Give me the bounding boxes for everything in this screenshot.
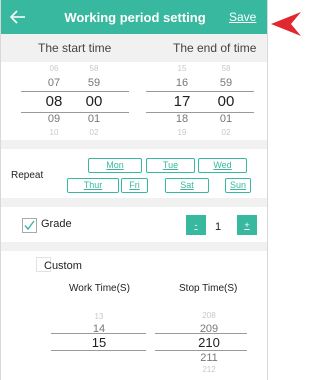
end-minute-item[interactable]: 58: [206, 64, 246, 73]
grade-increment-button[interactable]: +: [237, 215, 257, 235]
start-hour-selected[interactable]: 08: [34, 93, 74, 110]
save-button[interactable]: Save: [229, 10, 256, 24]
start-selection-line: [21, 112, 129, 113]
day-tue-button[interactable]: Tue: [146, 158, 195, 173]
day-sun-button[interactable]: Sun: [225, 178, 251, 193]
grade-checkbox[interactable]: [22, 218, 37, 233]
end-selection-line: [146, 91, 254, 92]
start-time-header: The start time: [38, 41, 112, 55]
work-selection-line: [51, 350, 146, 351]
end-hour-item[interactable]: 19: [162, 128, 202, 137]
work-time-item[interactable]: 13: [79, 312, 119, 321]
day-mon-button[interactable]: Mon: [88, 158, 142, 173]
page-title: Working period setting: [64, 10, 206, 25]
start-minute-selected[interactable]: 00: [74, 93, 114, 110]
end-minute-item[interactable]: 01: [206, 113, 246, 125]
work-time-label: Work Time(S): [69, 283, 130, 294]
section-divider: [1, 140, 267, 149]
stop-selection-line: [155, 333, 247, 334]
section-divider: [1, 198, 267, 207]
stop-time-item[interactable]: 211: [189, 352, 229, 364]
grade-value: 1: [215, 221, 222, 233]
section-divider: [1, 242, 267, 251]
work-selection-line: [51, 333, 146, 334]
start-hour-item[interactable]: 09: [34, 113, 74, 125]
day-wed-button[interactable]: Wed: [198, 158, 247, 173]
stop-time-item[interactable]: 208: [189, 311, 229, 320]
end-hour-selected[interactable]: 17: [162, 93, 202, 110]
time-picker[interactable]: 06 07 08 09 10 58 59 00 01 02 15 16 17 1…: [1, 62, 267, 140]
phone-screen: Working period setting Save The start ti…: [0, 0, 268, 380]
end-hour-item[interactable]: 15: [162, 64, 202, 73]
end-hour-item[interactable]: 18: [162, 113, 202, 125]
start-minute-item[interactable]: 58: [74, 64, 114, 73]
repeat-label: Repeat: [11, 170, 44, 181]
start-hour-item[interactable]: 10: [34, 128, 74, 137]
end-hour-item[interactable]: 16: [162, 77, 202, 89]
start-minute-item[interactable]: 01: [74, 113, 114, 125]
end-minute-selected[interactable]: 00: [206, 93, 246, 110]
day-thur-button[interactable]: Thur: [67, 178, 119, 193]
grade-decrement-button[interactable]: -: [186, 215, 206, 235]
start-minute-item[interactable]: 02: [74, 128, 114, 137]
stop-selection-line: [155, 350, 247, 351]
stop-time-selected[interactable]: 210: [189, 335, 229, 350]
custom-label: Custom: [44, 260, 82, 272]
end-time-header: The end of time: [173, 41, 257, 55]
start-hour-item[interactable]: 07: [34, 77, 74, 89]
end-selection-line: [146, 112, 254, 113]
start-selection-line: [21, 91, 129, 92]
header-bar: Working period setting Save: [1, 0, 267, 34]
day-fri-button[interactable]: Fri: [121, 178, 148, 193]
end-minute-item[interactable]: 59: [206, 77, 246, 89]
time-column-headers: The start time The end of time: [1, 34, 267, 62]
checkmark-icon: [24, 220, 35, 231]
start-hour-item[interactable]: 06: [34, 64, 74, 73]
stop-time-item[interactable]: 212: [189, 365, 229, 374]
pointer-arrow-icon: [271, 12, 301, 36]
grade-label: Grade: [41, 218, 72, 230]
day-sat-button[interactable]: Sat: [165, 178, 209, 193]
work-time-selected[interactable]: 15: [79, 335, 119, 350]
end-minute-item[interactable]: 02: [206, 128, 246, 137]
start-minute-item[interactable]: 59: [74, 77, 114, 89]
stop-time-label: Stop Time(S): [179, 283, 238, 294]
